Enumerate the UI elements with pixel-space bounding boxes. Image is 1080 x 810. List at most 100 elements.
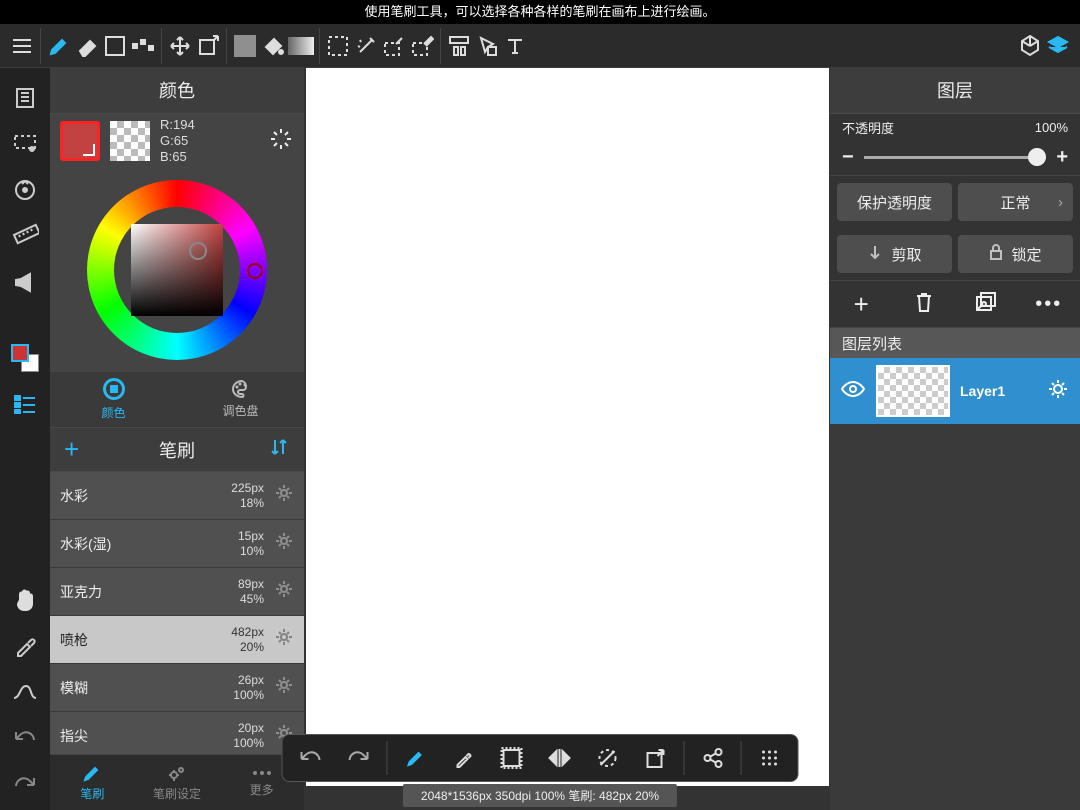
layers-icon[interactable] [1044, 32, 1072, 60]
cursor-tool-icon[interactable] [473, 32, 501, 60]
ruler-icon[interactable] [7, 218, 43, 254]
opacity-plus-icon[interactable]: + [1056, 146, 1068, 169]
canvas-area [304, 68, 830, 810]
fb-flip-icon[interactable] [538, 738, 582, 778]
megaphone-icon[interactable] [7, 264, 43, 300]
brush-name: 亚克力 [60, 582, 102, 602]
fb-export-icon[interactable] [634, 738, 678, 778]
opacity-label: 不透明度 [842, 118, 894, 137]
fb-undo-icon[interactable] [289, 738, 333, 778]
canvas-view-icon[interactable] [7, 80, 43, 116]
select-rect-icon[interactable] [324, 32, 352, 60]
separator [741, 741, 742, 775]
curve-tool-icon[interactable] [7, 674, 43, 710]
protect-alpha-button[interactable]: 保护透明度 [837, 183, 952, 221]
layers-panel: 图层 不透明度 100% − + 保护透明度 正常› 剪取 锁定 + ••• 图… [830, 68, 1080, 810]
visibility-icon[interactable] [840, 379, 866, 404]
color-settings-icon[interactable] [268, 126, 294, 157]
tab-brush[interactable]: 笔刷 [50, 755, 135, 810]
align-tool-icon[interactable] [445, 32, 473, 60]
more-layer-button[interactable]: ••• [1029, 293, 1069, 316]
transform-tool-icon[interactable] [194, 32, 222, 60]
duplicate-layer-button[interactable] [966, 291, 1006, 318]
color-panel-title: 颜色 [50, 68, 304, 114]
sv-square[interactable] [131, 224, 223, 316]
brush-gear-icon[interactable] [274, 483, 294, 508]
hand-tool-icon[interactable] [7, 582, 43, 618]
opacity-slider[interactable]: − + [830, 140, 1080, 176]
3d-icon[interactable] [1016, 32, 1044, 60]
brush-tool-icon[interactable] [45, 32, 73, 60]
layer-settings-icon[interactable] [1046, 377, 1070, 406]
fb-redo-icon[interactable] [337, 738, 381, 778]
brush-gear-icon[interactable] [274, 675, 294, 700]
tab-color[interactable]: 颜色 [50, 372, 177, 427]
background-swatch[interactable] [110, 121, 150, 161]
lock-button[interactable]: 锁定 [958, 235, 1073, 273]
fb-fullscreen-icon[interactable] [490, 738, 534, 778]
magic-wand-icon[interactable] [352, 32, 380, 60]
slider-track[interactable] [864, 156, 1047, 159]
brush-item[interactable]: 喷枪482px20% [50, 616, 304, 664]
floating-toolbar [282, 734, 799, 782]
add-brush-button[interactable]: + [64, 434, 79, 465]
tab-brush-settings-label: 笔刷设定 [153, 785, 201, 802]
rotate-icon[interactable] [7, 172, 43, 208]
brush-item[interactable]: 指尖20px100% [50, 712, 304, 754]
slider-thumb[interactable] [1028, 148, 1046, 166]
brush-item[interactable]: 水彩225px18% [50, 472, 304, 520]
select-erase-icon[interactable] [408, 32, 436, 60]
fb-brush-icon[interactable] [394, 738, 438, 778]
fb-share-icon[interactable] [691, 738, 735, 778]
tab-palette[interactable]: 调色盘 [177, 372, 304, 427]
eyedropper-icon[interactable] [7, 628, 43, 664]
dots-tool-icon[interactable] [129, 32, 157, 60]
foreground-swatch[interactable] [60, 121, 100, 161]
brush-stats: 482px20% [231, 625, 264, 655]
brush-gear-icon[interactable] [274, 531, 294, 556]
tab-palette-label: 调色盘 [222, 402, 258, 419]
opacity-minus-icon[interactable]: − [842, 146, 854, 169]
brush-item[interactable]: 模糊26px100% [50, 664, 304, 712]
picker-tabs: 颜色 调色盘 [50, 372, 304, 428]
bucket-tool-icon[interactable] [259, 32, 287, 60]
canvas[interactable] [306, 68, 829, 786]
color-picker[interactable] [50, 168, 304, 372]
delete-layer-button[interactable] [904, 291, 944, 318]
fb-grid-icon[interactable] [748, 738, 792, 778]
blend-mode-button[interactable]: 正常› [958, 183, 1073, 221]
hue-ring[interactable] [87, 180, 267, 360]
list-view-icon[interactable] [7, 386, 43, 422]
brush-gear-icon[interactable] [274, 579, 294, 604]
brush-item[interactable]: 水彩(湿)15px10% [50, 520, 304, 568]
tab-more-label: 更多 [250, 781, 274, 798]
clip-button[interactable]: 剪取 [837, 235, 952, 273]
eraser-tool-icon[interactable] [73, 32, 101, 60]
brush-stats: 225px18% [231, 481, 264, 511]
fill-solid-icon[interactable] [231, 32, 259, 60]
separator [161, 28, 162, 64]
status-bar: 2048*1536px 350dpi 100% 笔刷: 482px 20% [403, 784, 677, 807]
add-layer-button[interactable]: + [841, 289, 881, 320]
shape-tool-icon[interactable] [101, 32, 129, 60]
left-dock [0, 68, 50, 810]
select-brush-icon[interactable] [380, 32, 408, 60]
tab-color-label: 颜色 [101, 404, 125, 421]
brush-name: 指尖 [60, 726, 88, 746]
tab-brush-settings[interactable]: 笔刷设定 [135, 755, 220, 810]
brush-gear-icon[interactable] [274, 627, 294, 652]
swap-colors-icon[interactable] [7, 340, 43, 376]
text-tool-icon[interactable] [501, 32, 529, 60]
move-tool-icon[interactable] [166, 32, 194, 60]
redo-icon[interactable] [7, 766, 43, 802]
undo-icon[interactable] [7, 720, 43, 756]
layer-row[interactable]: Layer1 [830, 358, 1080, 424]
brush-item[interactable]: 亚克力89px45% [50, 568, 304, 616]
select-dock-icon[interactable] [7, 126, 43, 162]
menu-icon[interactable] [8, 32, 36, 60]
gradient-tool-icon[interactable] [287, 32, 315, 60]
separator [440, 28, 441, 64]
sort-brush-icon[interactable] [268, 436, 290, 463]
fb-no-rotate-icon[interactable] [586, 738, 630, 778]
fb-eyedropper-icon[interactable] [442, 738, 486, 778]
